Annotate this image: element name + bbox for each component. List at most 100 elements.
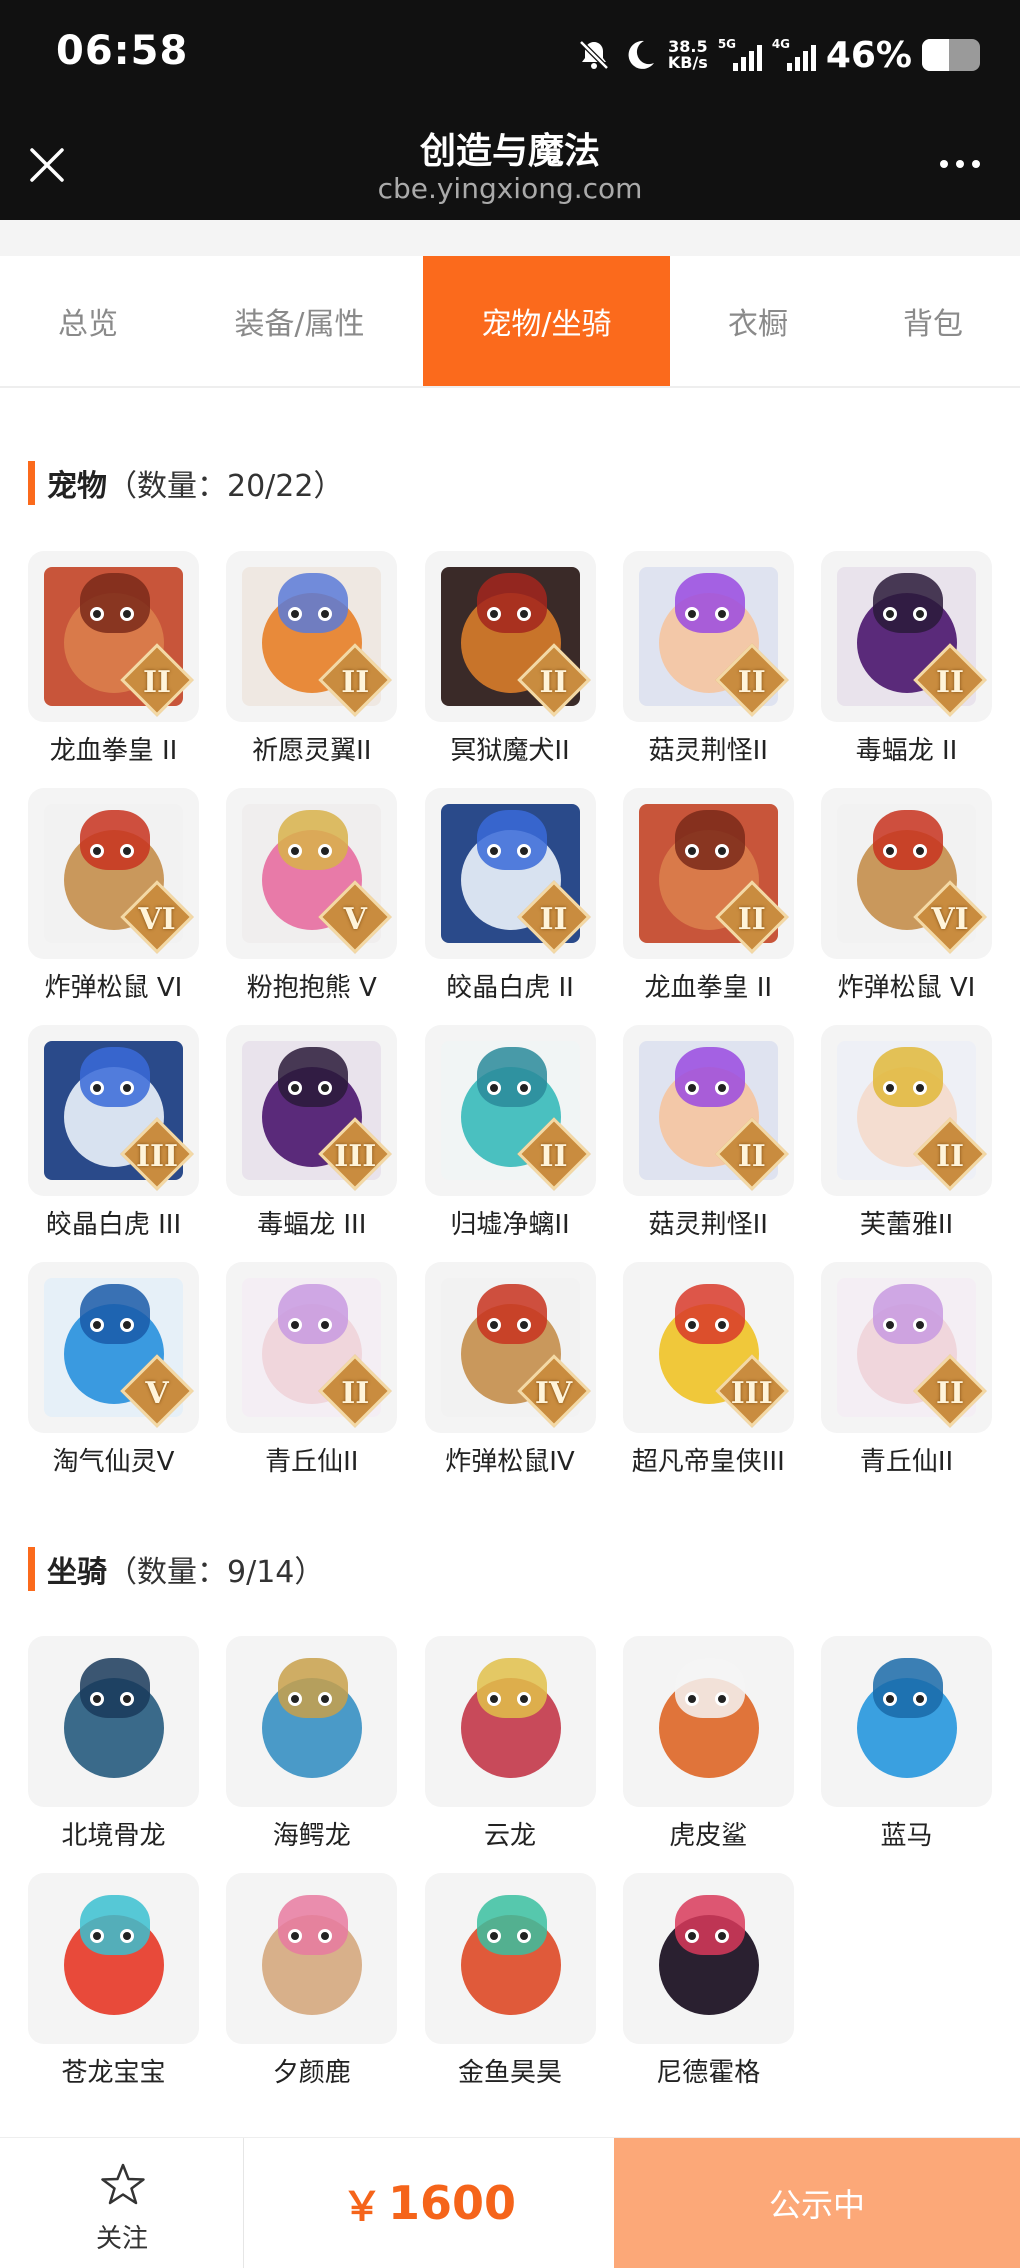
mounts-grid: 北境骨龙 海鳄龙 云龙 虎皮鲨 蓝马苍龙宝宝 夕颜鹿 金鱼昊昊 尼德霍格 xyxy=(28,1636,992,2110)
mount-portrait-icon xyxy=(837,1652,976,1791)
pet-name: 冥狱魔犬II xyxy=(450,736,570,766)
mount-item[interactable]: 夕颜鹿 xyxy=(226,1873,398,2110)
mount-item[interactable]: 海鳄龙 xyxy=(226,1636,398,1873)
signal-5g: 5G xyxy=(718,37,762,73)
moon-icon xyxy=(628,40,654,69)
star-icon xyxy=(101,2163,145,2205)
pet-item[interactable]: II 祈愿灵翼II xyxy=(226,551,398,788)
mount-item[interactable]: 蓝马 xyxy=(821,1636,992,1873)
mount-thumbnail xyxy=(28,1873,199,2044)
mount-name: 蓝马 xyxy=(880,1821,933,1851)
tab-equipment[interactable]: 装备/属性 xyxy=(176,256,423,386)
signal-4g: 4G xyxy=(772,37,816,73)
pet-item[interactable]: II 青丘仙II xyxy=(226,1262,398,1499)
follow-button[interactable]: 关注 xyxy=(0,2138,244,2268)
pets-count: （数量：20/22） xyxy=(107,469,344,504)
section-marker xyxy=(28,1547,35,1591)
pet-item[interactable]: V 淘气仙灵V xyxy=(28,1262,199,1499)
pet-thumbnail: II xyxy=(821,1025,992,1196)
pets-grid: II 龙血拳皇 II II 祈愿灵翼II II 冥狱魔犬II II 菇灵荆怪II II 毒蝠龙 I… xyxy=(28,551,992,1499)
pet-thumbnail: V xyxy=(28,1262,199,1433)
status-time: 06:58 xyxy=(56,28,189,74)
pet-name: 超凡帝皇侠III xyxy=(631,1447,785,1477)
pet-item[interactable]: III 超凡帝皇侠III xyxy=(622,1262,794,1499)
pet-item[interactable]: II 毒蝠龙 II xyxy=(821,551,992,788)
signal-bars-icon xyxy=(732,45,762,71)
tab-pets-mounts[interactable]: 宠物/坐骑 xyxy=(423,256,670,386)
pet-item[interactable]: II 菇灵荆怪II xyxy=(622,551,794,788)
pet-item[interactable]: II 归墟净螭II xyxy=(424,1025,596,1262)
pet-item[interactable]: II 冥狱魔犬II xyxy=(424,551,596,788)
pet-thumbnail: II xyxy=(424,788,596,959)
mount-portrait-icon xyxy=(440,1889,580,2028)
page-title: 创造与魔法 xyxy=(419,131,600,172)
mount-name: 尼德霍格 xyxy=(656,2058,761,2088)
pet-item[interactable]: IV 炸弹松鼠IV xyxy=(424,1262,596,1499)
pet-name: 祈愿灵翼II xyxy=(252,736,372,766)
pet-thumbnail: II xyxy=(622,1025,794,1196)
rank-badge-text: II xyxy=(935,1376,965,1411)
mount-item[interactable]: 云龙 xyxy=(424,1636,596,1873)
pet-item[interactable]: III 皎晶白虎 III xyxy=(28,1025,199,1262)
currency-symbol: ￥ xyxy=(341,2184,382,2230)
mount-thumbnail xyxy=(28,1636,199,1807)
pet-item[interactable]: VI 炸弹松鼠 VI xyxy=(28,788,199,1025)
rank-badge-text: III xyxy=(730,1376,773,1411)
pet-item[interactable]: II 芙蕾雅II xyxy=(821,1025,992,1262)
mount-name: 苍龙宝宝 xyxy=(61,2058,166,2088)
pet-name: 淘气仙灵V xyxy=(52,1447,175,1477)
pet-name: 龙血拳皇 II xyxy=(49,736,178,766)
rank-badge-text: II xyxy=(539,665,568,700)
mount-thumbnail xyxy=(821,1636,992,1807)
status-icons: 38.5 KB/s 5G 4G 46% xyxy=(576,30,980,80)
pets-section-header: 宠物 （数量：20/22） xyxy=(28,461,343,505)
tab-wardrobe[interactable]: 衣橱 xyxy=(670,256,846,386)
rank-badge-text: II xyxy=(341,1376,370,1411)
title-bar: 创造与魔法 cbe.yingxiong.com xyxy=(0,110,1020,220)
pet-thumbnail: II xyxy=(821,1262,992,1433)
mount-name: 北境骨龙 xyxy=(61,1821,166,1851)
tab-backpack[interactable]: 背包 xyxy=(846,256,1020,386)
mount-portrait-icon xyxy=(242,1889,382,2028)
rank-badge-text: III xyxy=(135,1139,179,1174)
mount-name: 夕颜鹿 xyxy=(272,2058,351,2088)
rank-badge-text: II xyxy=(737,902,766,937)
rank-badge-text: II xyxy=(539,1139,568,1174)
mount-item[interactable]: 北境骨龙 xyxy=(28,1636,199,1873)
pet-name: 芙蕾雅II xyxy=(859,1210,954,1240)
pet-item[interactable]: II 菇灵荆怪II xyxy=(622,1025,794,1262)
pet-item[interactable]: III 毒蝠龙 III xyxy=(226,1025,398,1262)
tab-overview[interactable]: 总览 xyxy=(0,256,176,386)
mount-item[interactable]: 金鱼昊昊 xyxy=(424,1873,596,2110)
rank-badge-text: III xyxy=(334,1139,377,1174)
mount-portrait-icon xyxy=(242,1652,382,1791)
rank-badge-text: II xyxy=(935,665,965,700)
mount-portrait-icon xyxy=(638,1652,778,1791)
rank-badge-text: IV xyxy=(534,1376,573,1411)
pet-name: 菇灵荆怪II xyxy=(648,1210,768,1240)
mount-item[interactable]: 苍龙宝宝 xyxy=(28,1873,199,2110)
bottom-bar: 关注 ￥ 1600 公示中 xyxy=(0,2137,1020,2268)
pet-item[interactable]: II 青丘仙II xyxy=(821,1262,992,1499)
battery-percent: 46% xyxy=(825,34,912,76)
pet-item[interactable]: II 龙血拳皇 II xyxy=(622,788,794,1025)
mount-item[interactable]: 尼德霍格 xyxy=(622,1873,794,2110)
mount-portrait-icon xyxy=(638,1889,778,2028)
more-icon[interactable] xyxy=(940,160,980,168)
mount-portrait-icon xyxy=(44,1889,183,2028)
pet-name: 龙血拳皇 II xyxy=(644,973,773,1003)
rank-badge-text: II xyxy=(142,665,172,700)
pet-item[interactable]: VI 炸弹松鼠 VI xyxy=(821,788,992,1025)
mount-portrait-icon xyxy=(440,1652,580,1791)
rank-badge-text: II xyxy=(737,1139,766,1174)
rank-badge-text: VI xyxy=(138,902,176,937)
mount-thumbnail xyxy=(622,1636,794,1807)
mount-item[interactable]: 虎皮鲨 xyxy=(622,1636,794,1873)
pet-item[interactable]: II 龙血拳皇 II xyxy=(28,551,199,788)
pet-thumbnail: II xyxy=(424,1025,596,1196)
pet-item[interactable]: II 皎晶白虎 II xyxy=(424,788,596,1025)
pet-item[interactable]: V 粉抱抱熊 V xyxy=(226,788,398,1025)
status-bar: 06:58 38.5 KB/s 5G 4G 46% xyxy=(0,0,1020,110)
pet-name: 皎晶白虎 III xyxy=(45,1210,182,1240)
status-button[interactable]: 公示中 xyxy=(614,2138,1020,2268)
